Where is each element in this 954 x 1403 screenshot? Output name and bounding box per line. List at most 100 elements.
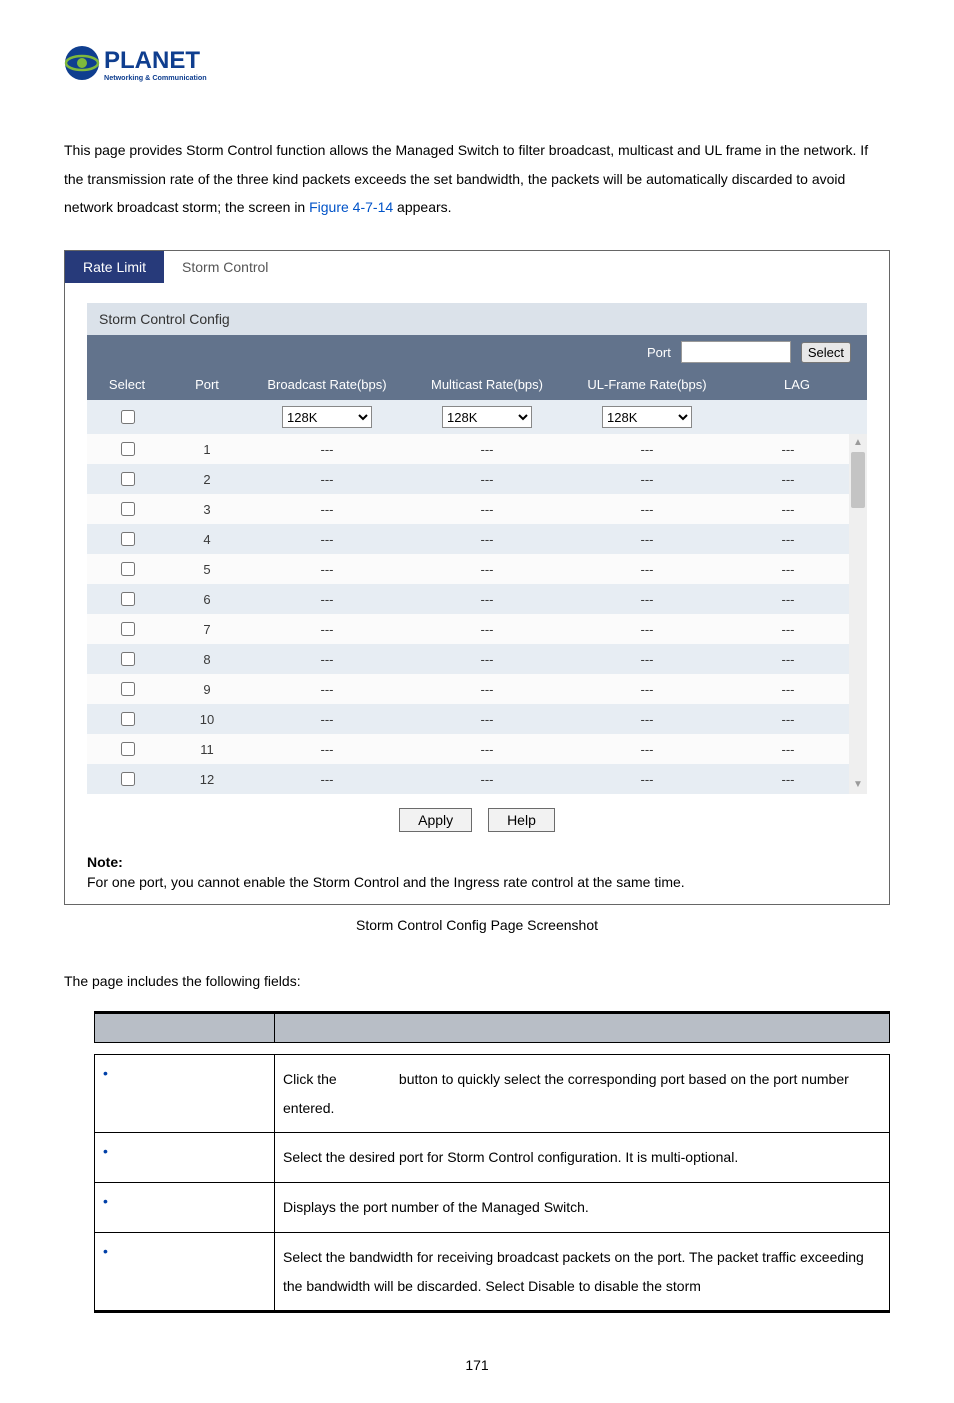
table-row: 4------------	[87, 524, 849, 554]
table-row: 3------------	[87, 494, 849, 524]
bullet-icon: •	[103, 1143, 121, 1159]
row-checkbox[interactable]	[121, 532, 135, 546]
cell-lag: ---	[727, 712, 849, 727]
table-scrollbar[interactable]: ▲ ▼	[849, 434, 867, 794]
row-checkbox[interactable]	[121, 622, 135, 636]
cell-multicast: ---	[407, 532, 567, 547]
fields-th-object	[95, 1013, 275, 1043]
cell-multicast: ---	[407, 742, 567, 757]
apply-button[interactable]: Apply	[399, 808, 472, 832]
cell-multicast: ---	[407, 442, 567, 457]
cell-port: 8	[167, 652, 247, 667]
cell-lag: ---	[727, 652, 849, 667]
table-header: Select Port Broadcast Rate(bps) Multicas…	[87, 369, 867, 400]
multicast-rate-select[interactable]: 128K	[442, 406, 532, 428]
cell-ulframe: ---	[567, 532, 727, 547]
cell-lag: ---	[727, 502, 849, 517]
panel-title: Storm Control Config	[87, 303, 867, 335]
row-checkbox[interactable]	[121, 502, 135, 516]
table-row: 1------------	[87, 434, 849, 464]
cell-multicast: ---	[407, 652, 567, 667]
cell-lag: ---	[727, 562, 849, 577]
fields-table: • Click the button to quickly select the…	[94, 1011, 890, 1313]
fields-row: • Click the button to quickly select the…	[95, 1055, 890, 1133]
cell-broadcast: ---	[247, 532, 407, 547]
cell-lag: ---	[727, 742, 849, 757]
cell-port: 9	[167, 682, 247, 697]
row-checkbox[interactable]	[121, 592, 135, 606]
broadcast-rate-select[interactable]: 128K	[282, 406, 372, 428]
cell-ulframe: ---	[567, 442, 727, 457]
cell-multicast: ---	[407, 502, 567, 517]
cell-ulframe: ---	[567, 652, 727, 667]
fields-row: • Displays the port number of the Manage…	[95, 1183, 890, 1233]
table-row: 10------------	[87, 704, 849, 734]
figure-caption: Storm Control Config Page Screenshot	[64, 917, 890, 933]
row-checkbox[interactable]	[121, 682, 135, 696]
cell-broadcast: ---	[247, 772, 407, 787]
cell-multicast: ---	[407, 562, 567, 577]
table-row: 6------------	[87, 584, 849, 614]
table-row: 7------------	[87, 614, 849, 644]
cell-multicast: ---	[407, 592, 567, 607]
logo-text: PLANET	[104, 47, 200, 74]
tab-storm-control[interactable]: Storm Control	[164, 251, 286, 283]
table-row: 2------------	[87, 464, 849, 494]
cell-multicast: ---	[407, 772, 567, 787]
bullet-icon: •	[103, 1193, 121, 1209]
cell-ulframe: ---	[567, 562, 727, 577]
cell-ulframe: ---	[567, 712, 727, 727]
cell-multicast: ---	[407, 682, 567, 697]
cell-lag: ---	[727, 622, 849, 637]
cell-ulframe: ---	[567, 502, 727, 517]
cell-ulframe: ---	[567, 742, 727, 757]
cell-broadcast: ---	[247, 682, 407, 697]
cell-lag: ---	[727, 472, 849, 487]
row-checkbox[interactable]	[121, 742, 135, 756]
select-all-checkbox[interactable]	[121, 410, 135, 424]
port-select-button[interactable]: Select	[801, 342, 851, 363]
cell-lag: ---	[727, 532, 849, 547]
row-checkbox[interactable]	[121, 712, 135, 726]
bullet-icon: •	[103, 1243, 121, 1259]
brand-logo: PLANET Networking & Communication	[64, 40, 890, 86]
cell-lag: ---	[727, 592, 849, 607]
note-text: For one port, you cannot enable the Stor…	[87, 874, 867, 890]
port-input[interactable]	[681, 341, 791, 363]
row-checkbox[interactable]	[121, 772, 135, 786]
row-checkbox[interactable]	[121, 652, 135, 666]
ulframe-rate-select[interactable]: 128K	[602, 406, 692, 428]
row-checkbox[interactable]	[121, 562, 135, 576]
cell-multicast: ---	[407, 622, 567, 637]
port-label: Port	[647, 345, 671, 360]
bullet-icon: •	[103, 1065, 121, 1081]
fields-intro: The page includes the following fields:	[64, 973, 890, 989]
table-row: 9------------	[87, 674, 849, 704]
cell-port: 5	[167, 562, 247, 577]
table-row: 8------------	[87, 644, 849, 674]
cell-broadcast: ---	[247, 502, 407, 517]
scroll-down-icon[interactable]: ▼	[849, 776, 867, 794]
cell-lag: ---	[727, 772, 849, 787]
scroll-thumb[interactable]	[851, 452, 865, 508]
row-checkbox[interactable]	[121, 472, 135, 486]
figure-link[interactable]: Figure 4-7-14	[309, 199, 393, 215]
table-row: 5------------	[87, 554, 849, 584]
cell-port: 1	[167, 442, 247, 457]
cell-port: 6	[167, 592, 247, 607]
cell-ulframe: ---	[567, 472, 727, 487]
row-checkbox[interactable]	[121, 442, 135, 456]
cell-port: 4	[167, 532, 247, 547]
scroll-up-icon[interactable]: ▲	[849, 434, 867, 452]
help-button[interactable]: Help	[488, 808, 555, 832]
cell-broadcast: ---	[247, 562, 407, 577]
cell-multicast: ---	[407, 472, 567, 487]
fields-th-desc	[275, 1013, 890, 1043]
cell-port: 3	[167, 502, 247, 517]
tab-rate-limit[interactable]: Rate Limit	[65, 251, 164, 283]
table-row: 12------------	[87, 764, 849, 794]
cell-broadcast: ---	[247, 472, 407, 487]
cell-ulframe: ---	[567, 622, 727, 637]
cell-lag: ---	[727, 682, 849, 697]
cell-port: 7	[167, 622, 247, 637]
